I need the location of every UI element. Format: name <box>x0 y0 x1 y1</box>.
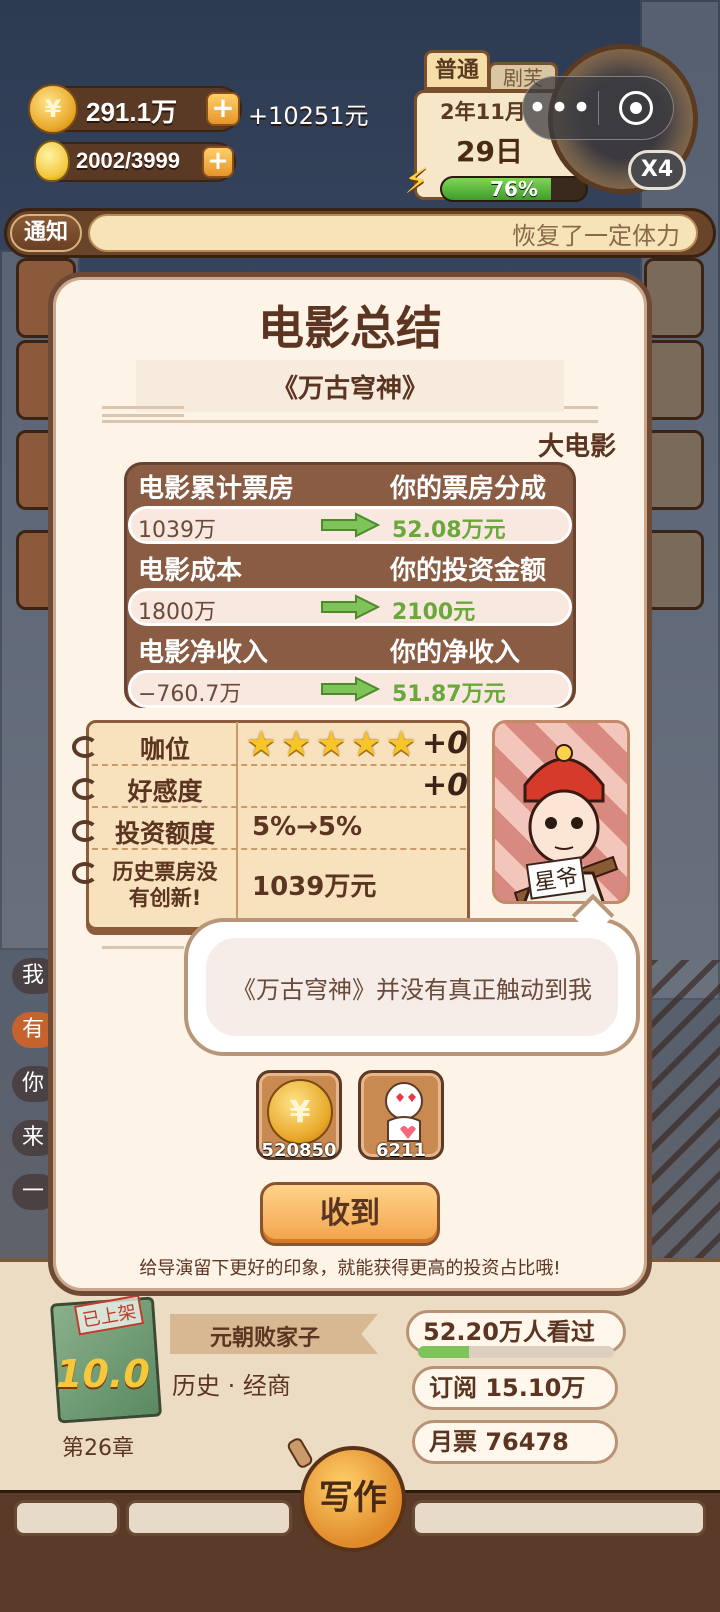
arrow-right-icon <box>321 512 380 538</box>
star-icon: ★ <box>281 724 312 764</box>
your-investment-label: 你的投资金额 <box>390 556 547 586</box>
your-share-value: 52.08万元 <box>392 518 506 543</box>
arrow-right-icon <box>321 676 380 702</box>
calendar-day: 29日 <box>456 135 523 168</box>
dialog-tip: 给导演留下更好的印象，就能获得更高的投资占比哦! <box>139 1258 561 1279</box>
speed-button[interactable]: X4 <box>628 150 686 190</box>
divider <box>102 946 184 949</box>
net-income-label: 电影净收入 <box>138 638 269 668</box>
energy-points-value: 2002/3999 <box>76 148 180 173</box>
add-coins-button[interactable]: + <box>206 92 240 126</box>
side-menu-icon-right[interactable] <box>644 430 704 510</box>
lightning-icon: ⚡ <box>404 161 430 202</box>
movie-cost-value: 1800万 <box>138 600 216 625</box>
your-investment-value: 2100元 <box>392 600 476 625</box>
income-rate: +10251元 <box>248 102 369 130</box>
divider <box>102 414 184 417</box>
receive-button[interactable]: 收到 <box>260 1182 440 1246</box>
notice-text: 恢复了一定体力 <box>512 222 680 250</box>
bottom-slot[interactable] <box>412 1500 706 1536</box>
bottom-slot[interactable] <box>126 1500 292 1536</box>
your-net-income-label: 你的净收入 <box>390 638 521 668</box>
net-income-value: −760.7万 <box>138 682 242 707</box>
close-mini-program-button[interactable] <box>599 91 673 125</box>
speech-text: 《万古穹神》并没有真正触动到我 <box>232 976 592 1004</box>
your-net-income-value: 51.87万元 <box>392 682 506 707</box>
add-energy-button[interactable]: + <box>202 146 234 178</box>
star-icon: ★ <box>316 724 347 764</box>
stamina-percent: 76% <box>490 177 538 201</box>
invest-quota-value: 5%→5% <box>252 812 363 842</box>
target-icon <box>618 91 653 125</box>
star-icon: ★ <box>351 724 382 764</box>
book-score: 10.0 <box>56 1352 150 1396</box>
movie-category: 大电影 <box>537 432 616 462</box>
calendar-month: 2年11月 <box>440 100 526 124</box>
movie-name: 《万古穹神》 <box>271 374 428 404</box>
divider <box>564 406 598 409</box>
total-box-office-value: 1039万 <box>138 518 216 543</box>
movie-cost-label: 电影成本 <box>138 556 243 586</box>
write-button[interactable]: 写作 <box>300 1446 406 1552</box>
fan-love-icon <box>385 1082 423 1142</box>
bottom-slot[interactable] <box>14 1500 120 1536</box>
dialog-title: 电影总结 <box>258 301 442 355</box>
side-menu-icon-right[interactable] <box>644 258 704 338</box>
coin-icon: ¥ <box>28 84 78 134</box>
rank-label: 咖位 <box>139 735 190 764</box>
your-share-label: 你的票房分成 <box>390 474 547 504</box>
invest-quota-label: 投资额度 <box>114 819 215 848</box>
record-value: 1039万元 <box>252 872 377 902</box>
book-subscriptions: 订阅 15.10万 <box>412 1366 618 1410</box>
gold-coin-icon: ¥ <box>267 1079 333 1145</box>
divider <box>102 406 184 409</box>
favor-delta: +0 <box>422 768 469 803</box>
views-progress-fill <box>418 1346 469 1358</box>
calendar-tab-normal[interactable]: 普通 <box>424 50 490 90</box>
total-box-office-label: 电影累计票房 <box>138 474 295 504</box>
arrow-right-icon <box>321 594 380 620</box>
coins-value: 291.1万 <box>86 97 178 127</box>
notice-tag: 通知 <box>10 214 82 252</box>
reward-coin-amount: 520850 <box>261 1140 337 1161</box>
lightbulb-icon <box>34 140 70 182</box>
more-options-icon[interactable]: ••• <box>523 78 598 138</box>
side-menu-icon-right[interactable] <box>644 340 704 420</box>
side-menu-icon-right[interactable] <box>644 530 704 610</box>
star-icon: ★ <box>246 724 277 764</box>
star-icon: ★ <box>386 724 417 764</box>
book-title: 元朝败家子 <box>210 1326 321 1351</box>
background-stairs <box>650 960 720 1290</box>
divider <box>102 420 598 423</box>
mini-program-capsule: ••• <box>522 76 674 140</box>
book-monthly-tickets: 月票 76478 <box>412 1420 618 1464</box>
record-label-line2: 有创新! <box>128 886 202 910</box>
views-progress-bar <box>418 1346 614 1358</box>
reward-fans-amount: 6211 <box>375 1140 427 1161</box>
book-chapter: 第26章 <box>62 1436 134 1461</box>
favor-label: 好感度 <box>127 777 203 806</box>
book-genre: 历史 · 经商 <box>172 1372 291 1400</box>
notebook-divider <box>236 722 238 928</box>
rank-delta: +0 <box>422 726 469 761</box>
